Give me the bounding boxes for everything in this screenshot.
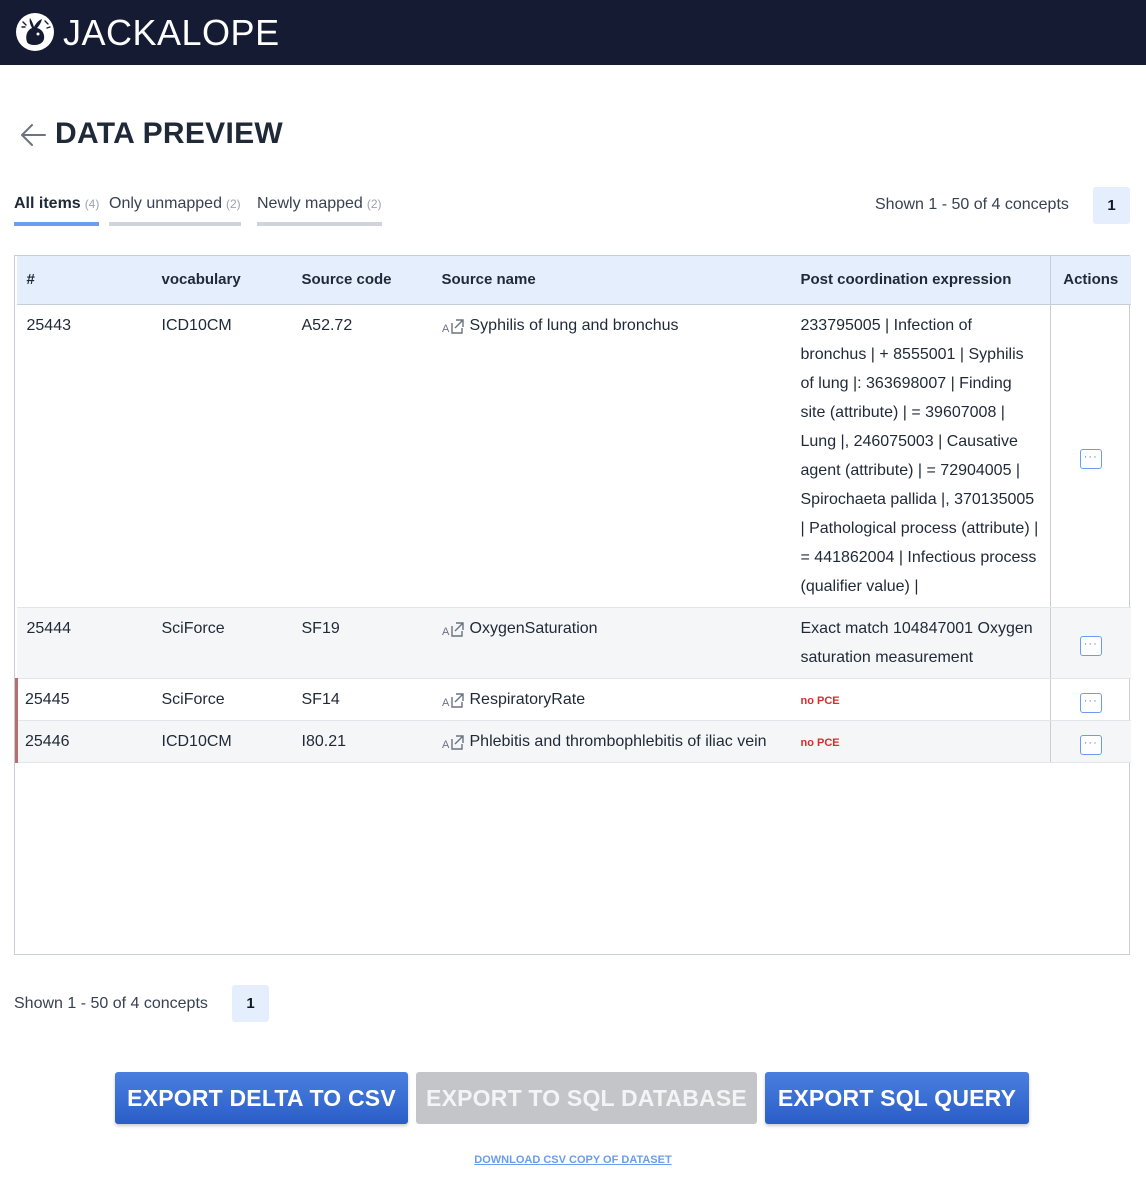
top-bar: JACKALOPE xyxy=(0,0,1146,65)
data-table: # vocabulary Source code Source name Pos… xyxy=(14,255,1131,955)
column-header-actions: Actions xyxy=(1050,256,1131,305)
page-button-bottom[interactable]: 1 xyxy=(232,985,269,1022)
cell-pce: no PCE xyxy=(790,720,1051,763)
cell-id: 25444 xyxy=(16,607,152,679)
table-row[interactable]: 25444 SciForce SF19 A OxygenSaturation E… xyxy=(16,607,1131,679)
column-header-source-code[interactable]: Source code xyxy=(291,256,432,305)
shown-count-top: Shown 1 - 50 of 4 concepts xyxy=(875,196,1069,213)
svg-text:A: A xyxy=(442,739,450,751)
page-button-top[interactable]: 1 xyxy=(1093,187,1130,224)
svg-text:A: A xyxy=(442,626,450,638)
cell-actions: ··· xyxy=(1050,607,1131,679)
column-header-pce[interactable]: Post coordination expression xyxy=(790,256,1051,305)
row-actions-button[interactable]: ··· xyxy=(1079,734,1102,755)
column-header-vocabulary[interactable]: vocabulary xyxy=(151,256,292,305)
table-row[interactable]: 25445 SciForce SF14 A RespiratoryRate no… xyxy=(15,678,1131,721)
tab-count: (2) xyxy=(366,197,382,211)
no-pce-badge: no PCE xyxy=(800,694,840,707)
cell-source-name: A RespiratoryRate xyxy=(431,678,791,721)
page-title: DATA PREVIEW xyxy=(55,117,284,150)
tab-count: (2) xyxy=(225,197,241,211)
tab-label: Newly mapped xyxy=(257,195,363,212)
cell-pce: no PCE xyxy=(790,678,1051,721)
tab-all-items[interactable]: All items (4) xyxy=(14,192,100,226)
export-sql-query-button[interactable]: EXPORT SQL QUERY xyxy=(765,1072,1029,1124)
cell-pce: 233795005 | Infection of bronchus | + 85… xyxy=(790,304,1051,608)
cell-source-name: A Syphilis of lung and bronchus xyxy=(431,304,791,608)
export-sql-database-button: EXPORT TO SQL DATABASE xyxy=(416,1072,757,1124)
app-name[interactable]: JACKALOPE xyxy=(63,13,280,53)
table-header-row: # vocabulary Source code Source name Pos… xyxy=(16,256,1131,305)
arrow-left-icon[interactable] xyxy=(18,120,48,150)
table-row[interactable]: 25446 ICD10CM I80.21 A Phlebitis and thr… xyxy=(15,720,1131,763)
column-header-source-name[interactable]: Source name xyxy=(431,256,791,305)
external-link-icon[interactable]: A xyxy=(442,733,470,751)
tab-newly-mapped[interactable]: Newly mapped (2) xyxy=(257,192,382,226)
no-pce-badge: no PCE xyxy=(800,736,840,749)
jackalope-logo-icon[interactable] xyxy=(15,12,55,52)
cell-source-code: SF19 xyxy=(291,607,432,679)
source-name-text: RespiratoryRate xyxy=(469,690,586,708)
source-name-text: OxygenSaturation xyxy=(469,619,598,637)
cell-pce: Exact match 104847001 Oxygen saturation … xyxy=(790,607,1051,679)
column-header-id[interactable]: # xyxy=(16,256,152,305)
external-link-icon[interactable]: A xyxy=(442,691,470,709)
table-row[interactable]: 25443 ICD10CM A52.72 A Syphilis of lung … xyxy=(16,304,1131,608)
external-link-icon[interactable]: A xyxy=(442,317,470,335)
cell-source-name: A Phlebitis and thrombophlebitis of ilia… xyxy=(431,720,791,763)
cell-vocabulary: ICD10CM xyxy=(151,720,292,763)
cell-id: 25445 xyxy=(15,678,152,721)
source-name-text: Phlebitis and thrombophlebitis of iliac … xyxy=(469,732,767,750)
tab-label: Only unmapped xyxy=(109,195,222,212)
row-actions-button[interactable]: ··· xyxy=(1079,449,1102,469)
svg-text:A: A xyxy=(442,323,450,335)
cell-source-code: SF14 xyxy=(291,678,432,721)
row-actions-button[interactable]: ··· xyxy=(1079,692,1102,713)
cell-source-name: A OxygenSaturation xyxy=(431,607,791,679)
svg-text:A: A xyxy=(442,697,450,709)
cell-actions: ··· xyxy=(1050,678,1131,721)
external-link-icon[interactable]: A xyxy=(442,620,470,638)
cell-vocabulary: SciForce xyxy=(151,607,292,679)
tab-only-unmapped[interactable]: Only unmapped (2) xyxy=(109,192,241,226)
cell-actions: ··· xyxy=(1050,720,1131,763)
shown-count-bottom: Shown 1 - 50 of 4 concepts xyxy=(14,995,208,1012)
cell-id: 25446 xyxy=(15,720,152,763)
cell-id: 25443 xyxy=(16,304,152,608)
tab-count: (4) xyxy=(84,197,100,211)
cell-source-code: A52.72 xyxy=(291,304,432,608)
cell-vocabulary: SciForce xyxy=(151,678,292,721)
cell-source-code: I80.21 xyxy=(291,720,432,763)
export-delta-csv-button[interactable]: EXPORT DELTA TO CSV xyxy=(115,1072,408,1124)
row-actions-button[interactable]: ··· xyxy=(1079,636,1102,656)
download-csv-link[interactable]: DOWNLOAD CSV COPY OF DATASET xyxy=(0,1154,1146,1166)
tab-label: All items xyxy=(14,195,81,212)
cell-vocabulary: ICD10CM xyxy=(151,304,292,608)
cell-actions: ··· xyxy=(1050,304,1131,608)
source-name-text: Syphilis of lung and bronchus xyxy=(469,316,679,334)
